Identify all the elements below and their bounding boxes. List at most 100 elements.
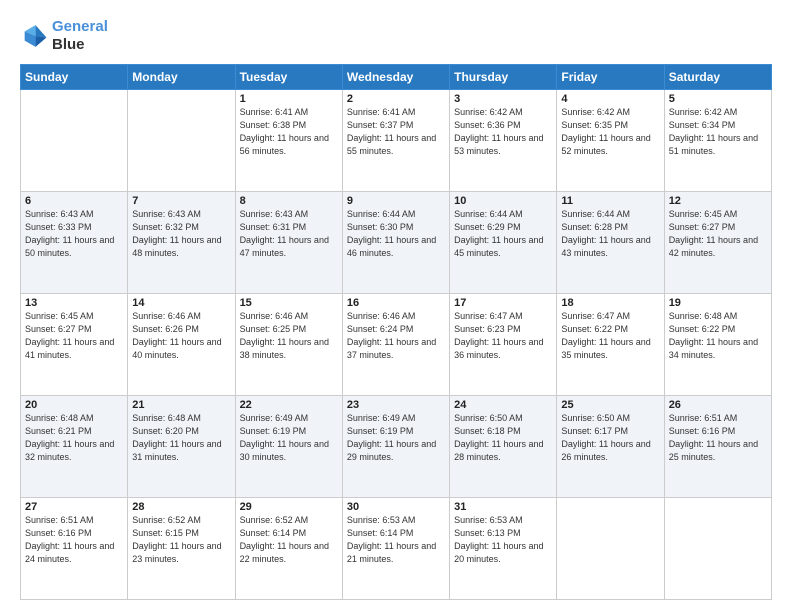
day-info: Sunrise: 6:44 AM Sunset: 6:30 PM Dayligh… — [347, 208, 445, 260]
day-number: 4 — [561, 93, 659, 105]
day-number: 7 — [132, 195, 230, 207]
day-number: 18 — [561, 297, 659, 309]
day-number: 6 — [25, 195, 123, 207]
day-number: 31 — [454, 501, 552, 513]
calendar-cell: 21Sunrise: 6:48 AM Sunset: 6:20 PM Dayli… — [128, 396, 235, 498]
calendar-cell — [21, 90, 128, 192]
calendar-cell: 16Sunrise: 6:46 AM Sunset: 6:24 PM Dayli… — [342, 294, 449, 396]
calendar-cell — [557, 498, 664, 600]
logo-icon — [20, 22, 48, 50]
weekday-header: Thursday — [450, 65, 557, 90]
day-info: Sunrise: 6:43 AM Sunset: 6:33 PM Dayligh… — [25, 208, 123, 260]
day-info: Sunrise: 6:41 AM Sunset: 6:38 PM Dayligh… — [240, 106, 338, 158]
day-number: 8 — [240, 195, 338, 207]
calendar-cell: 17Sunrise: 6:47 AM Sunset: 6:23 PM Dayli… — [450, 294, 557, 396]
day-info: Sunrise: 6:44 AM Sunset: 6:29 PM Dayligh… — [454, 208, 552, 260]
calendar-cell: 7Sunrise: 6:43 AM Sunset: 6:32 PM Daylig… — [128, 192, 235, 294]
day-info: Sunrise: 6:42 AM Sunset: 6:36 PM Dayligh… — [454, 106, 552, 158]
calendar-cell: 31Sunrise: 6:53 AM Sunset: 6:13 PM Dayli… — [450, 498, 557, 600]
calendar-cell: 30Sunrise: 6:53 AM Sunset: 6:14 PM Dayli… — [342, 498, 449, 600]
page: General Blue SundayMondayTuesdayWednesda… — [0, 0, 792, 612]
day-info: Sunrise: 6:48 AM Sunset: 6:20 PM Dayligh… — [132, 412, 230, 464]
day-info: Sunrise: 6:51 AM Sunset: 6:16 PM Dayligh… — [669, 412, 767, 464]
weekday-header: Monday — [128, 65, 235, 90]
day-info: Sunrise: 6:50 AM Sunset: 6:17 PM Dayligh… — [561, 412, 659, 464]
calendar-cell: 29Sunrise: 6:52 AM Sunset: 6:14 PM Dayli… — [235, 498, 342, 600]
calendar-cell: 27Sunrise: 6:51 AM Sunset: 6:16 PM Dayli… — [21, 498, 128, 600]
day-info: Sunrise: 6:41 AM Sunset: 6:37 PM Dayligh… — [347, 106, 445, 158]
day-info: Sunrise: 6:52 AM Sunset: 6:15 PM Dayligh… — [132, 514, 230, 566]
calendar-cell: 25Sunrise: 6:50 AM Sunset: 6:17 PM Dayli… — [557, 396, 664, 498]
day-number: 12 — [669, 195, 767, 207]
day-info: Sunrise: 6:53 AM Sunset: 6:13 PM Dayligh… — [454, 514, 552, 566]
day-number: 24 — [454, 399, 552, 411]
day-number: 19 — [669, 297, 767, 309]
day-info: Sunrise: 6:43 AM Sunset: 6:31 PM Dayligh… — [240, 208, 338, 260]
day-number: 3 — [454, 93, 552, 105]
day-info: Sunrise: 6:43 AM Sunset: 6:32 PM Dayligh… — [132, 208, 230, 260]
day-number: 10 — [454, 195, 552, 207]
calendar-cell: 3Sunrise: 6:42 AM Sunset: 6:36 PM Daylig… — [450, 90, 557, 192]
day-info: Sunrise: 6:45 AM Sunset: 6:27 PM Dayligh… — [25, 310, 123, 362]
calendar-cell: 8Sunrise: 6:43 AM Sunset: 6:31 PM Daylig… — [235, 192, 342, 294]
calendar-cell: 24Sunrise: 6:50 AM Sunset: 6:18 PM Dayli… — [450, 396, 557, 498]
calendar-cell: 12Sunrise: 6:45 AM Sunset: 6:27 PM Dayli… — [664, 192, 771, 294]
day-info: Sunrise: 6:42 AM Sunset: 6:35 PM Dayligh… — [561, 106, 659, 158]
day-info: Sunrise: 6:48 AM Sunset: 6:21 PM Dayligh… — [25, 412, 123, 464]
day-info: Sunrise: 6:49 AM Sunset: 6:19 PM Dayligh… — [347, 412, 445, 464]
header: General Blue — [20, 18, 772, 54]
day-number: 23 — [347, 399, 445, 411]
calendar-cell: 19Sunrise: 6:48 AM Sunset: 6:22 PM Dayli… — [664, 294, 771, 396]
calendar-cell: 28Sunrise: 6:52 AM Sunset: 6:15 PM Dayli… — [128, 498, 235, 600]
weekday-header: Tuesday — [235, 65, 342, 90]
day-info: Sunrise: 6:46 AM Sunset: 6:25 PM Dayligh… — [240, 310, 338, 362]
calendar-cell: 26Sunrise: 6:51 AM Sunset: 6:16 PM Dayli… — [664, 396, 771, 498]
day-info: Sunrise: 6:47 AM Sunset: 6:22 PM Dayligh… — [561, 310, 659, 362]
day-number: 27 — [25, 501, 123, 513]
day-info: Sunrise: 6:53 AM Sunset: 6:14 PM Dayligh… — [347, 514, 445, 566]
calendar-cell: 23Sunrise: 6:49 AM Sunset: 6:19 PM Dayli… — [342, 396, 449, 498]
day-number: 9 — [347, 195, 445, 207]
logo-text: General Blue — [52, 18, 108, 54]
day-number: 29 — [240, 501, 338, 513]
day-info: Sunrise: 6:47 AM Sunset: 6:23 PM Dayligh… — [454, 310, 552, 362]
calendar-cell: 14Sunrise: 6:46 AM Sunset: 6:26 PM Dayli… — [128, 294, 235, 396]
calendar-cell: 11Sunrise: 6:44 AM Sunset: 6:28 PM Dayli… — [557, 192, 664, 294]
calendar-cell: 10Sunrise: 6:44 AM Sunset: 6:29 PM Dayli… — [450, 192, 557, 294]
logo: General Blue — [20, 18, 108, 54]
day-info: Sunrise: 6:45 AM Sunset: 6:27 PM Dayligh… — [669, 208, 767, 260]
weekday-header: Sunday — [21, 65, 128, 90]
weekday-header: Wednesday — [342, 65, 449, 90]
day-info: Sunrise: 6:51 AM Sunset: 6:16 PM Dayligh… — [25, 514, 123, 566]
calendar-cell: 4Sunrise: 6:42 AM Sunset: 6:35 PM Daylig… — [557, 90, 664, 192]
calendar-cell: 1Sunrise: 6:41 AM Sunset: 6:38 PM Daylig… — [235, 90, 342, 192]
day-number: 2 — [347, 93, 445, 105]
calendar-cell — [128, 90, 235, 192]
day-info: Sunrise: 6:46 AM Sunset: 6:26 PM Dayligh… — [132, 310, 230, 362]
day-number: 22 — [240, 399, 338, 411]
day-info: Sunrise: 6:44 AM Sunset: 6:28 PM Dayligh… — [561, 208, 659, 260]
calendar-cell: 20Sunrise: 6:48 AM Sunset: 6:21 PM Dayli… — [21, 396, 128, 498]
calendar-cell: 15Sunrise: 6:46 AM Sunset: 6:25 PM Dayli… — [235, 294, 342, 396]
day-number: 14 — [132, 297, 230, 309]
calendar-cell: 9Sunrise: 6:44 AM Sunset: 6:30 PM Daylig… — [342, 192, 449, 294]
weekday-header: Friday — [557, 65, 664, 90]
day-number: 13 — [25, 297, 123, 309]
day-number: 28 — [132, 501, 230, 513]
day-info: Sunrise: 6:50 AM Sunset: 6:18 PM Dayligh… — [454, 412, 552, 464]
day-info: Sunrise: 6:52 AM Sunset: 6:14 PM Dayligh… — [240, 514, 338, 566]
day-number: 25 — [561, 399, 659, 411]
calendar-cell: 22Sunrise: 6:49 AM Sunset: 6:19 PM Dayli… — [235, 396, 342, 498]
day-info: Sunrise: 6:49 AM Sunset: 6:19 PM Dayligh… — [240, 412, 338, 464]
calendar-cell: 13Sunrise: 6:45 AM Sunset: 6:27 PM Dayli… — [21, 294, 128, 396]
day-number: 30 — [347, 501, 445, 513]
day-number: 17 — [454, 297, 552, 309]
calendar-cell: 6Sunrise: 6:43 AM Sunset: 6:33 PM Daylig… — [21, 192, 128, 294]
day-info: Sunrise: 6:42 AM Sunset: 6:34 PM Dayligh… — [669, 106, 767, 158]
day-number: 11 — [561, 195, 659, 207]
calendar-cell — [664, 498, 771, 600]
day-number: 20 — [25, 399, 123, 411]
day-number: 26 — [669, 399, 767, 411]
day-number: 15 — [240, 297, 338, 309]
day-number: 16 — [347, 297, 445, 309]
